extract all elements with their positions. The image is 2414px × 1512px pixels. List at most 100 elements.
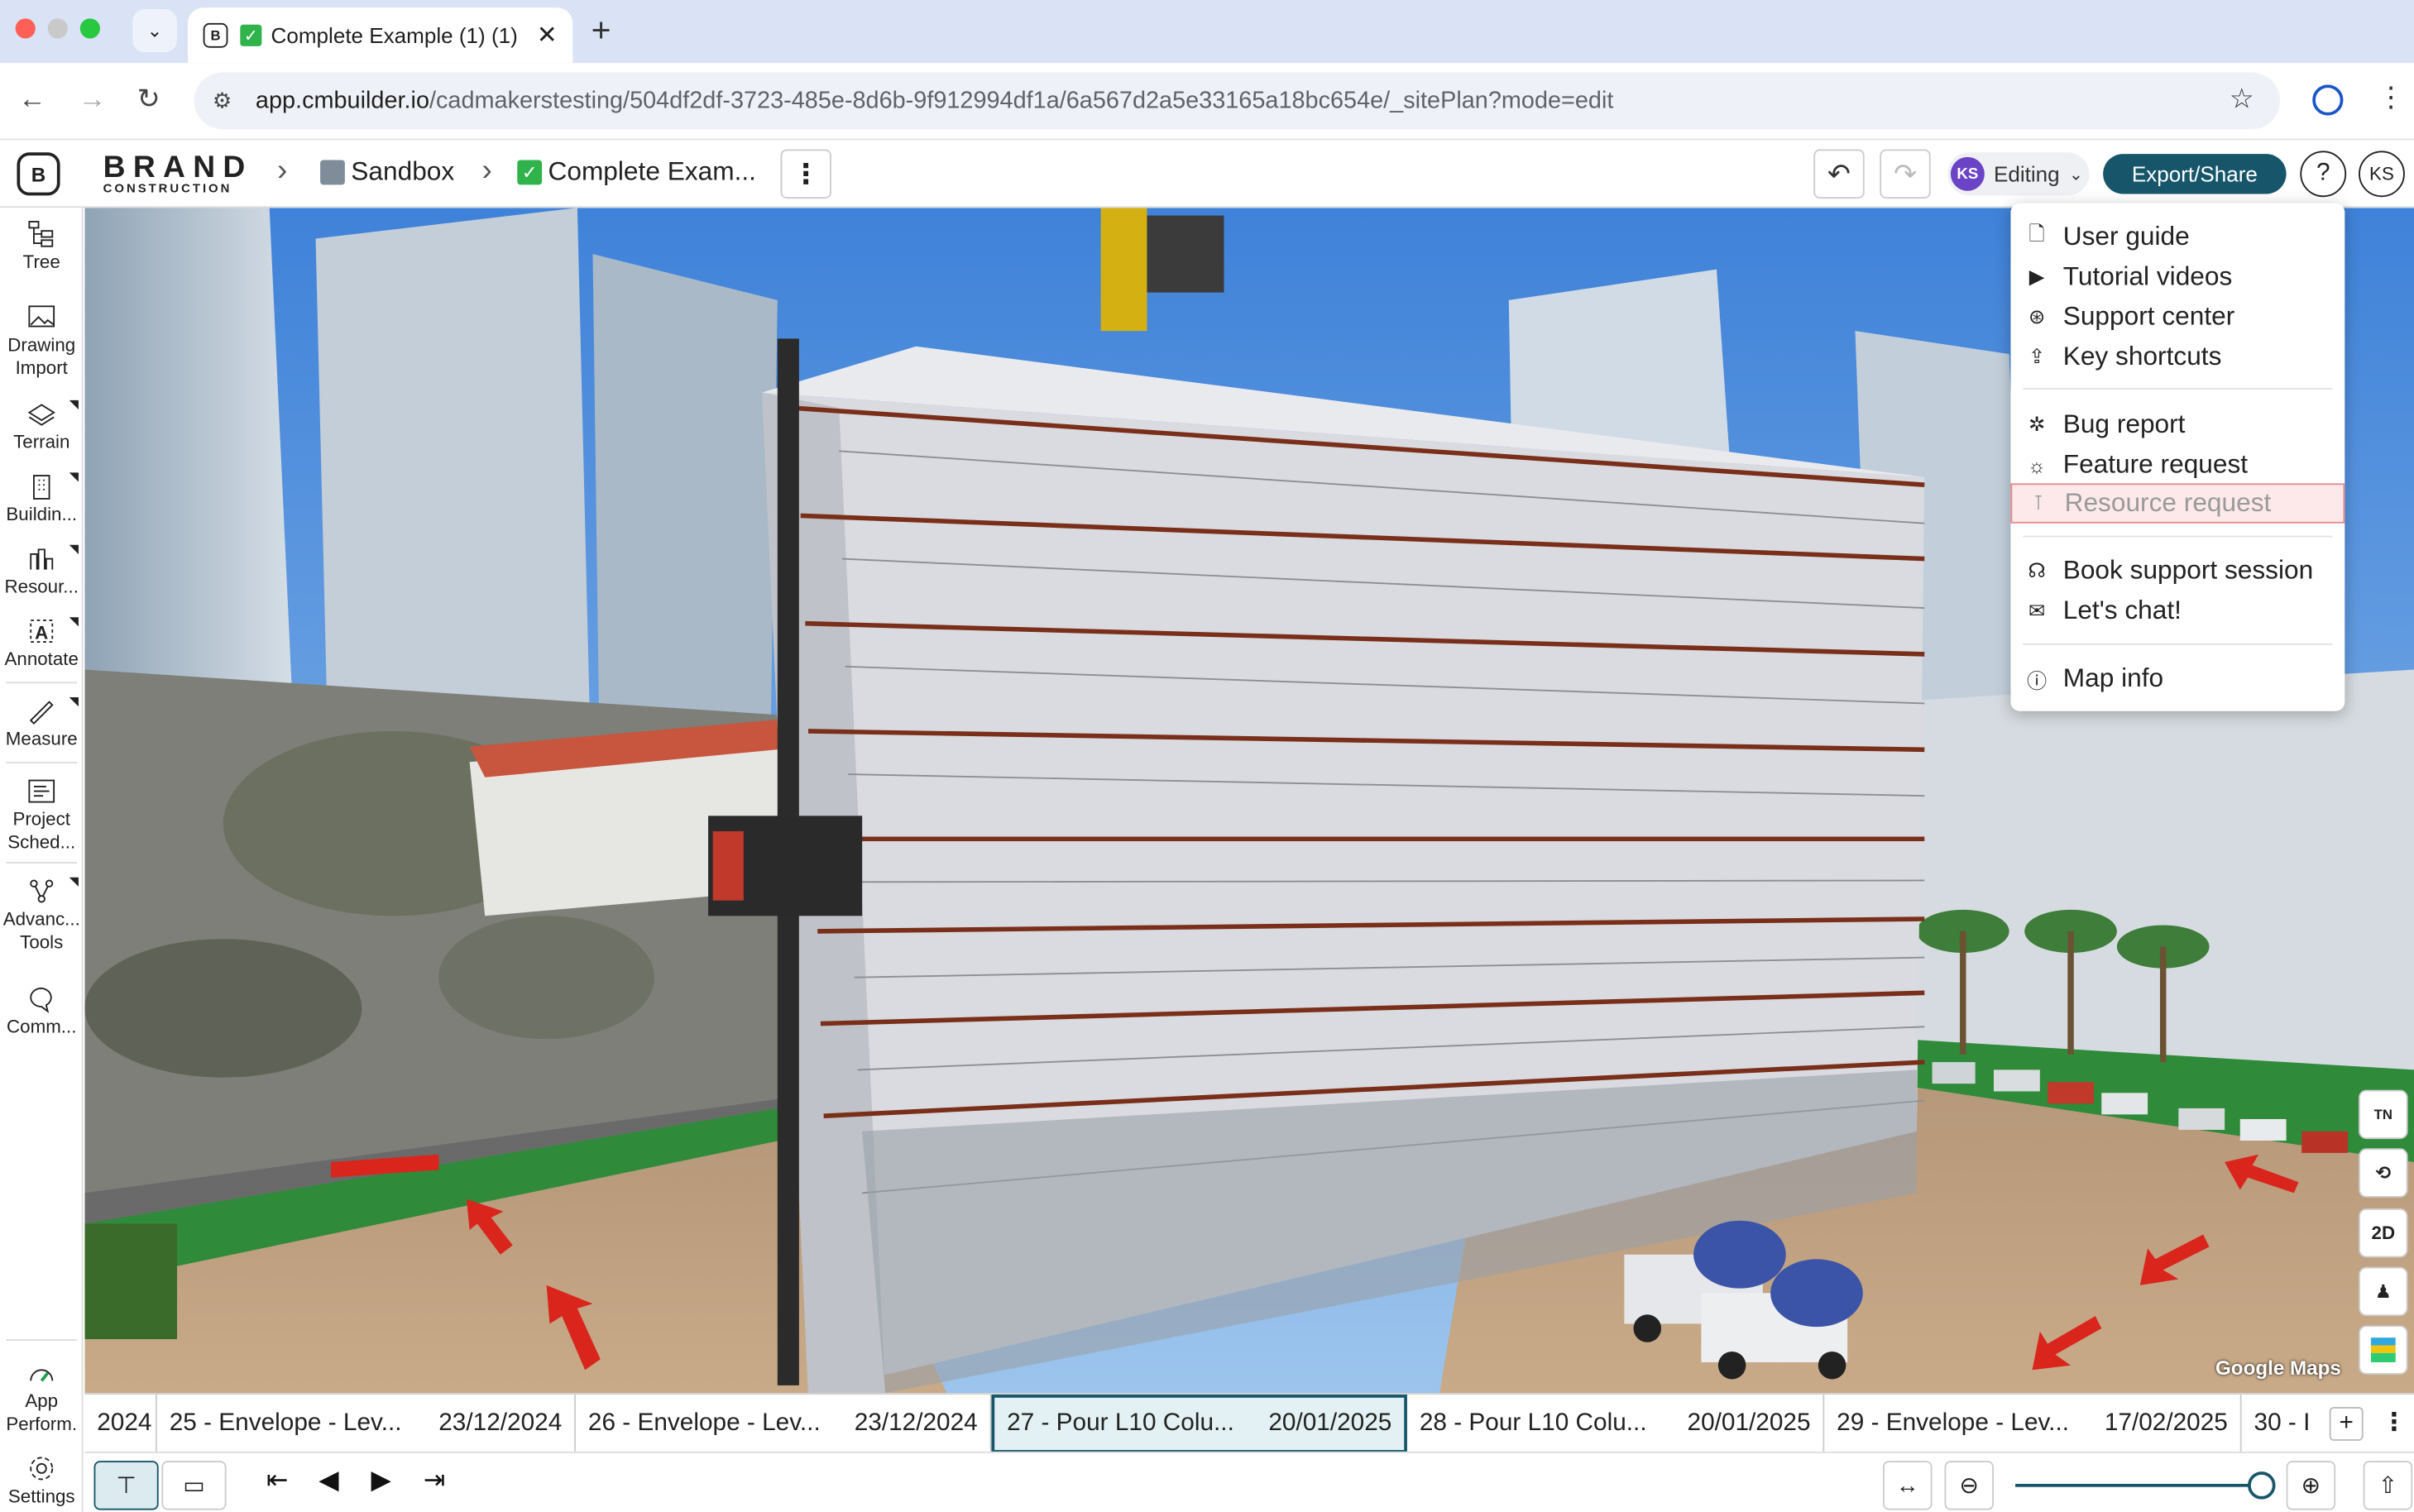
breadcrumb-project[interactable]: Sandbox <box>320 157 454 188</box>
add-timeline-item-button[interactable]: + <box>2329 1406 2364 1441</box>
skip-to-start-icon[interactable]: ⇤ <box>266 1466 289 1496</box>
zoom-slider-track[interactable] <box>2015 1484 2265 1487</box>
redo-icon: ↷ <box>1893 157 1918 189</box>
tool-measure[interactable]: Measure <box>0 697 83 751</box>
timeline-options-icon[interactable]: ⋮ <box>2382 1407 2407 1438</box>
map-attribution: Google Maps <box>2215 1356 2341 1380</box>
tool-resources[interactable]: Resour... <box>0 544 83 599</box>
tool-drawing-import[interactable]: Drawing Import <box>0 304 83 380</box>
2d-view-button[interactable]: 2D <box>2359 1208 2408 1258</box>
browser-menu-icon[interactable]: ⋮ <box>2377 82 2404 114</box>
url-host: app.cmbuilder.io <box>255 87 429 113</box>
timeline-item[interactable]: 30 - I <box>2242 1395 2319 1453</box>
timeline-item[interactable]: 26 - Envelope - Lev... 23/12/2024 <box>576 1395 992 1453</box>
menu-item-bug-report[interactable]: ✲ Bug report <box>2010 404 2345 444</box>
folder-icon <box>320 160 345 185</box>
menu-item-support-center[interactable]: ⊛ Support center <box>2010 297 2345 337</box>
redo-button[interactable]: ↷ <box>1880 149 1931 199</box>
step-back-icon[interactable]: ◀︎ <box>319 1466 338 1496</box>
menu-item-user-guide[interactable]: 🗋 User guide <box>2010 217 2345 256</box>
bookmark-star-icon[interactable]: ☆ <box>2230 83 2254 115</box>
address-bar-row: ← → ↻ ⚙ app.cmbuilder.io/cadmakerstestin… <box>0 63 2414 141</box>
tool-buildings[interactable]: Buildin... <box>0 472 83 526</box>
zoom-out-button[interactable]: ⊖ <box>1944 1461 1994 1510</box>
tab-search-button[interactable]: ⌄ <box>132 9 178 53</box>
timeline-item-active[interactable]: 27 - Pour L10 Colu... 20/01/2025 <box>991 1395 1407 1453</box>
editing-user-avatar: KS <box>1950 156 1985 191</box>
browser-tab[interactable]: B ✓ Complete Example (1) (1) ✕ <box>188 7 573 64</box>
editing-mode-dropdown[interactable]: KS Editing ⌄ <box>1947 152 2090 196</box>
tool-settings[interactable]: Settings <box>0 1455 83 1509</box>
export-share-button[interactable]: Export/Share <box>2103 154 2287 194</box>
profile-icon[interactable] <box>2312 84 2344 116</box>
help-button[interactable]: ? <box>2300 151 2347 198</box>
url-field[interactable]: ⚙ app.cmbuilder.io/cadmakerstesting/504d… <box>194 72 2281 130</box>
tool-terrain[interactable]: Terrain <box>0 400 83 454</box>
north-compass-button[interactable]: TN <box>2359 1089 2408 1140</box>
menu-item-resource-request[interactable]: ⊺ Resource request <box>2010 483 2345 524</box>
document-icon: 🗋 <box>2028 221 2045 245</box>
back-icon[interactable]: ← <box>18 83 46 115</box>
play-icon: ▶ <box>2028 265 2045 289</box>
tool-tree[interactable]: Tree <box>0 220 83 274</box>
app-logo-icon[interactable]: B <box>17 152 60 196</box>
app-favicon-icon: B <box>203 22 228 48</box>
resources-icon <box>30 548 54 570</box>
export-timeline-button[interactable]: ⇧ <box>2363 1461 2413 1510</box>
undo-button[interactable]: ↶ <box>1813 149 1865 199</box>
skip-to-end-icon[interactable]: ⇥ <box>424 1466 446 1496</box>
annotate-icon: A <box>30 620 54 643</box>
tool-comments[interactable]: Comm... <box>0 985 83 1039</box>
left-toolbar: Tree Drawing Import Terrain Buildin... R… <box>0 208 84 1512</box>
ruler-icon <box>29 701 54 725</box>
2d-view-label: 2D <box>2371 1222 2396 1244</box>
url-path: /cadmakerstesting/504df2df-3723-485e-8d6… <box>429 87 1614 113</box>
kebab-icon: ⋮ <box>792 157 820 189</box>
keyboard-icon: ⇪ <box>2028 344 2046 368</box>
zoom-slider-handle[interactable] <box>2248 1471 2276 1500</box>
menu-item-key-shortcuts[interactable]: ⇪ Key shortcuts <box>2010 337 2345 377</box>
chevron-right-icon: › <box>276 154 288 189</box>
layers-button[interactable] <box>2359 1325 2408 1375</box>
nodes-icon <box>30 879 54 903</box>
menu-item-book-support-session[interactable]: ☊ Book support session <box>2010 551 2345 591</box>
menu-item-map-info[interactable]: ⓘ Map info <box>2010 659 2345 699</box>
view-rotate-button[interactable]: ⟲ <box>2359 1148 2408 1198</box>
gear-icon <box>30 1457 54 1481</box>
tool-project-schedule[interactable]: Project Sched... <box>0 778 83 854</box>
menu-item-lets-chat[interactable]: ✉ Let's chat! <box>2010 591 2345 631</box>
site-view-mode-button[interactable]: ⊤ <box>93 1461 159 1510</box>
dumpster <box>84 1223 178 1340</box>
close-tab-icon[interactable]: ✕ <box>537 20 558 50</box>
user-avatar[interactable]: KS <box>2359 151 2405 198</box>
browser-tab-bar: ⌄ B ✓ Complete Example (1) (1) ✕ + <box>0 0 2414 64</box>
reload-icon[interactable]: ↻ <box>137 83 160 115</box>
presentation-mode-button[interactable]: ▭ <box>161 1461 227 1510</box>
support-icon: ⊛ <box>2028 304 2046 328</box>
timeline-item[interactable]: 2024 <box>84 1395 157 1453</box>
layers-icon <box>2370 1337 2396 1362</box>
timeline-item[interactable]: 29 - Envelope - Lev... 17/02/2025 <box>1824 1395 2242 1453</box>
tool-advanced-tools[interactable]: Advanc... Tools <box>0 877 83 955</box>
menu-item-tutorial-videos[interactable]: ▶ Tutorial videos <box>2010 257 2345 297</box>
minimize-window-button[interactable] <box>47 18 68 39</box>
model-options-button[interactable]: ⋮ <box>780 149 831 199</box>
fit-timeline-button[interactable]: ↔ <box>1883 1461 1933 1510</box>
tool-app-performance[interactable]: App Perform. <box>0 1359 83 1436</box>
breadcrumb-model[interactable]: ✓ Complete Exam... <box>517 157 756 188</box>
timeline-item[interactable]: 28 - Pour L10 Colu... 20/01/2025 <box>1407 1395 1825 1453</box>
close-window-button[interactable] <box>15 18 36 39</box>
building-icon <box>33 475 50 500</box>
walk-mode-button[interactable]: ♟ <box>2359 1266 2408 1317</box>
play-icon[interactable]: ▶︎ <box>371 1466 391 1496</box>
new-tab-button[interactable]: + <box>592 11 611 50</box>
menu-item-feature-request[interactable]: ☼ Feature request <box>2010 445 2345 485</box>
forward-icon[interactable]: → <box>79 83 106 115</box>
tool-annotate[interactable]: A Annotate <box>0 617 83 671</box>
zoom-out-icon: ⊖ <box>1959 1472 1979 1500</box>
checkmark-icon: ✓ <box>517 160 543 185</box>
timeline-item[interactable]: 25 - Envelope - Lev... 23/12/2024 <box>157 1395 577 1453</box>
maximize-window-button[interactable] <box>79 18 100 39</box>
site-settings-icon[interactable]: ⚙ <box>213 88 232 114</box>
zoom-in-button[interactable]: ⊕ <box>2286 1461 2336 1510</box>
